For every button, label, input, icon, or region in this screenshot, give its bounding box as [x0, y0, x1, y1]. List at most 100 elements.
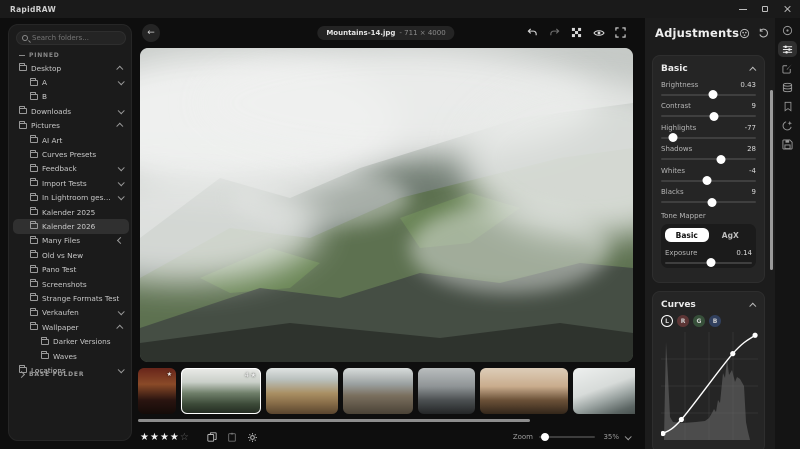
preview-original-button[interactable] — [591, 25, 606, 40]
star-filled-icon[interactable]: ★ — [150, 432, 159, 443]
slider-knob[interactable] — [702, 176, 711, 185]
folder-tree-item[interactable]: Kalender 2025 — [13, 205, 129, 219]
base-folder-row[interactable]: BASE FOLDER — [19, 371, 84, 378]
filmstrip-thumbnail[interactable] — [480, 368, 568, 414]
close-button[interactable] — [776, 0, 798, 18]
folder-tree-item[interactable]: In Lightroom gespeicherte … — [13, 191, 129, 205]
folder-tree-item[interactable]: Old vs New — [13, 248, 129, 262]
star-filled-icon[interactable]: ★ — [170, 432, 179, 443]
zoom-value: 35% — [601, 433, 619, 441]
slider-knob[interactable] — [707, 258, 716, 267]
folder-label: Many Files — [42, 236, 114, 245]
zoom-slider[interactable] — [539, 436, 595, 438]
star-filled-icon[interactable]: ★ — [140, 432, 149, 443]
folder-tree-item[interactable]: A — [13, 75, 129, 89]
rail-export-button[interactable] — [778, 136, 797, 152]
slider-track[interactable] — [661, 94, 756, 96]
filmstrip-thumbnail[interactable] — [418, 368, 475, 414]
zoom-slider-knob[interactable] — [541, 433, 549, 441]
folder-icon — [30, 94, 38, 100]
settings-button[interactable] — [247, 432, 258, 443]
tone-mapper-option-agx[interactable]: AgX — [709, 228, 753, 242]
folder-tree-item[interactable]: Feedback — [13, 162, 129, 176]
curve-editor[interactable] — [661, 332, 758, 440]
undo-button[interactable] — [525, 25, 540, 40]
rail-metadata-button[interactable] — [778, 22, 797, 38]
adjustments-scrollbar[interactable] — [770, 90, 773, 270]
slider-track[interactable] — [665, 262, 752, 264]
slider-track[interactable] — [661, 115, 756, 117]
folder-tree-item[interactable]: Import Tests — [13, 176, 129, 190]
folder-tree-item[interactable]: Many Files — [13, 234, 129, 248]
rail-presets-button[interactable] — [778, 79, 797, 95]
folder-tree-item[interactable]: Strange Formats Test — [13, 291, 129, 305]
tone-mapper-option-basic[interactable]: Basic — [665, 228, 709, 242]
slider-track[interactable] — [661, 158, 756, 160]
slider-knob[interactable] — [710, 112, 719, 121]
main-image-view[interactable] — [140, 48, 633, 362]
redo-button[interactable] — [547, 25, 562, 40]
slider-knob[interactable] — [669, 133, 678, 142]
pinned-section-header[interactable]: PINNED — [19, 52, 60, 59]
slider-value: -77 — [745, 124, 756, 132]
folder-icon — [30, 238, 38, 244]
folder-tree-item[interactable]: Desktop — [13, 61, 129, 75]
rail-adjustments-button[interactable] — [778, 41, 797, 57]
rail-library-button[interactable] — [778, 98, 797, 114]
rail-ai-button[interactable] — [778, 117, 797, 133]
zoom-label: Zoom — [513, 433, 533, 441]
collapse-filmstrip-chevron-icon[interactable] — [625, 433, 632, 440]
folder-tree-item[interactable]: Curves Presets — [13, 147, 129, 161]
filmstrip-thumbnail[interactable]: 4 ★ — [181, 368, 261, 414]
minimize-button[interactable] — [732, 0, 754, 18]
checkerboard-toggle-button[interactable] — [569, 25, 584, 40]
folder-tree-item[interactable]: Wallpaper — [13, 320, 129, 334]
curve-control-point[interactable] — [752, 333, 757, 338]
folder-tree-item[interactable]: Darker Versions — [13, 334, 129, 348]
paste-settings-button[interactable] — [227, 432, 237, 443]
folder-tree-item[interactable]: B — [13, 90, 129, 104]
rail-masks-button[interactable] — [778, 60, 797, 76]
folder-tree-item[interactable]: Pano Test — [13, 262, 129, 276]
curve-control-point[interactable] — [730, 351, 735, 356]
slider-value: 0.14 — [736, 249, 752, 257]
folder-tree-item[interactable]: Downloads — [13, 104, 129, 118]
search-box[interactable] — [16, 31, 126, 45]
curve-control-point[interactable] — [679, 417, 684, 422]
slider-knob[interactable] — [709, 90, 718, 99]
slider-knob[interactable] — [716, 155, 725, 164]
folder-tree-item[interactable]: Pictures — [13, 119, 129, 133]
collapse-curves-chevron-icon[interactable] — [749, 302, 756, 309]
fullscreen-button[interactable] — [613, 25, 628, 40]
curve-channel-b[interactable]: B — [709, 315, 721, 327]
copy-settings-button[interactable] — [207, 432, 217, 443]
filmstrip-thumbnail[interactable] — [266, 368, 338, 414]
back-button[interactable]: ← — [142, 24, 160, 42]
curve-channel-r[interactable]: R — [677, 315, 689, 327]
collapse-basic-chevron-icon[interactable] — [749, 66, 756, 73]
maximize-button[interactable] — [754, 0, 776, 18]
reset-adjustments-button[interactable] — [758, 28, 769, 39]
filmstrip-scrollbar[interactable] — [138, 419, 530, 422]
curve-channel-g[interactable]: G — [693, 315, 705, 327]
slider-track[interactable] — [661, 201, 756, 203]
star-filled-icon[interactable]: ★ — [160, 432, 169, 443]
star-rating[interactable]: ★★★★☆ — [140, 432, 189, 443]
slider-knob[interactable] — [708, 198, 717, 207]
star-empty-icon[interactable]: ☆ — [180, 432, 189, 443]
filmstrip-thumbnail[interactable] — [573, 368, 635, 414]
auto-adjust-button[interactable] — [739, 28, 750, 39]
folder-tree-item[interactable]: Kalender 2026 — [13, 219, 129, 233]
folder-tree-item[interactable]: AI Art — [13, 133, 129, 147]
filmstrip-thumbnail[interactable]: ★ — [138, 368, 176, 414]
search-input[interactable] — [32, 34, 122, 42]
curve-channel-l[interactable]: L — [661, 315, 673, 327]
slider-track[interactable] — [661, 137, 756, 139]
filmstrip-thumbnail[interactable] — [343, 368, 413, 414]
folder-tree-item[interactable]: Waves — [13, 349, 129, 363]
sliders-icon — [782, 44, 793, 55]
slider-track[interactable] — [661, 180, 756, 182]
folder-tree-item[interactable]: Verkaufen — [13, 306, 129, 320]
folder-tree-item[interactable]: Screenshots — [13, 277, 129, 291]
folder-label: Desktop — [31, 64, 114, 73]
